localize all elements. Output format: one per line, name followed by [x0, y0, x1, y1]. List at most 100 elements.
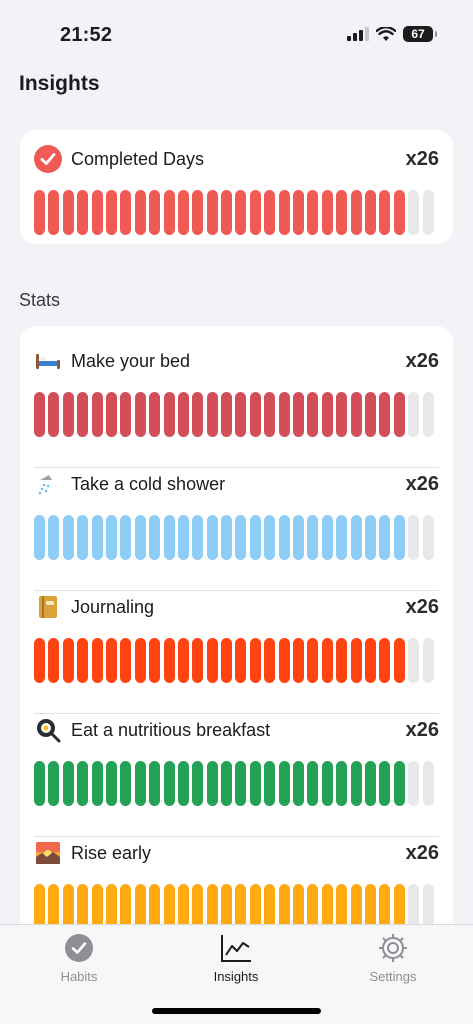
day-bar-completed — [221, 515, 233, 560]
day-bar-completed — [34, 884, 45, 929]
day-bar-completed — [307, 638, 319, 683]
day-bar-completed — [48, 638, 60, 683]
day-bar-completed — [235, 761, 247, 806]
day-bar-completed — [307, 761, 319, 806]
day-bar-completed — [364, 761, 376, 806]
day-bar-completed — [134, 884, 146, 929]
day-bar-completed — [34, 761, 45, 806]
day-bar-completed — [134, 392, 146, 437]
day-bar-completed — [364, 190, 376, 235]
day-bar-completed — [163, 761, 175, 806]
day-bar-completed — [149, 515, 161, 560]
day-bar-completed — [134, 515, 146, 560]
day-bar-completed — [48, 392, 60, 437]
completed-days-bars — [34, 190, 439, 235]
day-bar-completed — [206, 638, 218, 683]
day-bar-completed — [221, 392, 233, 437]
day-bar-empty — [422, 392, 434, 437]
day-bar-completed — [34, 638, 45, 683]
day-bar-completed — [149, 884, 161, 929]
day-bar-completed — [163, 638, 175, 683]
day-bar-completed — [163, 190, 175, 235]
day-bar-completed — [77, 761, 89, 806]
day-bar-completed — [350, 190, 362, 235]
day-bar-completed — [307, 515, 319, 560]
day-bar-completed — [177, 638, 189, 683]
day-bar-completed — [62, 515, 74, 560]
day-bar-completed — [379, 761, 391, 806]
day-bar-completed — [177, 761, 189, 806]
day-bar-completed — [77, 515, 89, 560]
habit-row-make-your-bed[interactable]: Make your bed x26 — [34, 346, 439, 468]
day-bar-completed — [235, 638, 247, 683]
day-bar-completed — [336, 392, 348, 437]
day-bar-completed — [62, 392, 74, 437]
habit-name: Eat a nutritious breakfast — [71, 719, 271, 740]
habit-row-eat-a-nutritious-breakfast[interactable]: Eat a nutritious breakfast x26 — [34, 715, 439, 837]
wifi-icon — [376, 26, 396, 41]
status-bar: 21:52 67 — [0, 0, 473, 60]
day-bar-completed — [105, 392, 117, 437]
day-bar-completed — [364, 515, 376, 560]
day-bar-completed — [120, 515, 132, 560]
day-bar-completed — [206, 761, 218, 806]
battery-icon: 67 — [403, 26, 437, 42]
checkmark-circle-icon — [65, 934, 93, 962]
completed-days-header: Completed Days x26 — [34, 144, 439, 174]
status-icons: 67 — [347, 26, 437, 42]
day-bar-completed — [321, 392, 333, 437]
day-bar-empty — [422, 638, 434, 683]
habit-row-journaling[interactable]: Journaling x26 — [34, 592, 439, 714]
day-bar-completed — [321, 190, 333, 235]
day-bar-completed — [120, 638, 132, 683]
day-bar-completed — [62, 761, 74, 806]
sunrise-icon — [34, 839, 62, 867]
day-bar-completed — [336, 515, 348, 560]
habit-row-take-a-cold-shower[interactable]: Take a cold shower x26 — [34, 469, 439, 591]
day-bar-completed — [91, 884, 103, 929]
day-bar-completed — [293, 392, 305, 437]
day-bar-completed — [249, 392, 261, 437]
stats-section-title: Stats — [19, 290, 61, 310]
day-bar-completed — [350, 515, 362, 560]
divider — [34, 590, 439, 591]
tab-label: Habits — [60, 969, 98, 984]
day-bar-empty — [408, 761, 420, 806]
day-bar-completed — [177, 515, 189, 560]
day-bar-completed — [336, 190, 348, 235]
day-bar-completed — [278, 515, 290, 560]
day-bar-completed — [278, 638, 290, 683]
day-bar-completed — [307, 884, 319, 929]
day-bar-completed — [77, 190, 89, 235]
day-bar-completed — [321, 761, 333, 806]
day-bar-completed — [264, 638, 276, 683]
habit-count: x26 — [405, 472, 439, 495]
completed-days-card[interactable]: Completed Days x26 — [20, 130, 453, 244]
day-bar-completed — [192, 761, 204, 806]
day-bar-completed — [48, 190, 60, 235]
day-bar-completed — [379, 638, 391, 683]
day-bar-empty — [408, 190, 420, 235]
day-bar-completed — [278, 190, 290, 235]
day-bar-completed — [62, 638, 74, 683]
tab-habits[interactable]: Habits — [24, 933, 134, 984]
habit-name: Take a cold shower — [71, 473, 226, 494]
day-bar-completed — [293, 190, 305, 235]
day-bar-completed — [221, 190, 233, 235]
day-bar-completed — [177, 392, 189, 437]
day-bar-completed — [34, 392, 45, 437]
frying-pan-icon — [34, 716, 62, 744]
day-bar-empty — [408, 638, 420, 683]
day-bar-completed — [149, 190, 161, 235]
divider — [34, 713, 439, 714]
day-bar-completed — [336, 761, 348, 806]
tab-insights[interactable]: Insights — [181, 933, 291, 984]
day-bar-completed — [379, 884, 391, 929]
day-bar-completed — [77, 392, 89, 437]
tab-settings[interactable]: Settings — [338, 933, 448, 984]
habit-bars — [34, 884, 439, 929]
day-bar-empty — [422, 761, 434, 806]
gear-icon — [379, 934, 407, 962]
status-time: 21:52 — [60, 24, 113, 46]
day-bar-completed — [350, 884, 362, 929]
